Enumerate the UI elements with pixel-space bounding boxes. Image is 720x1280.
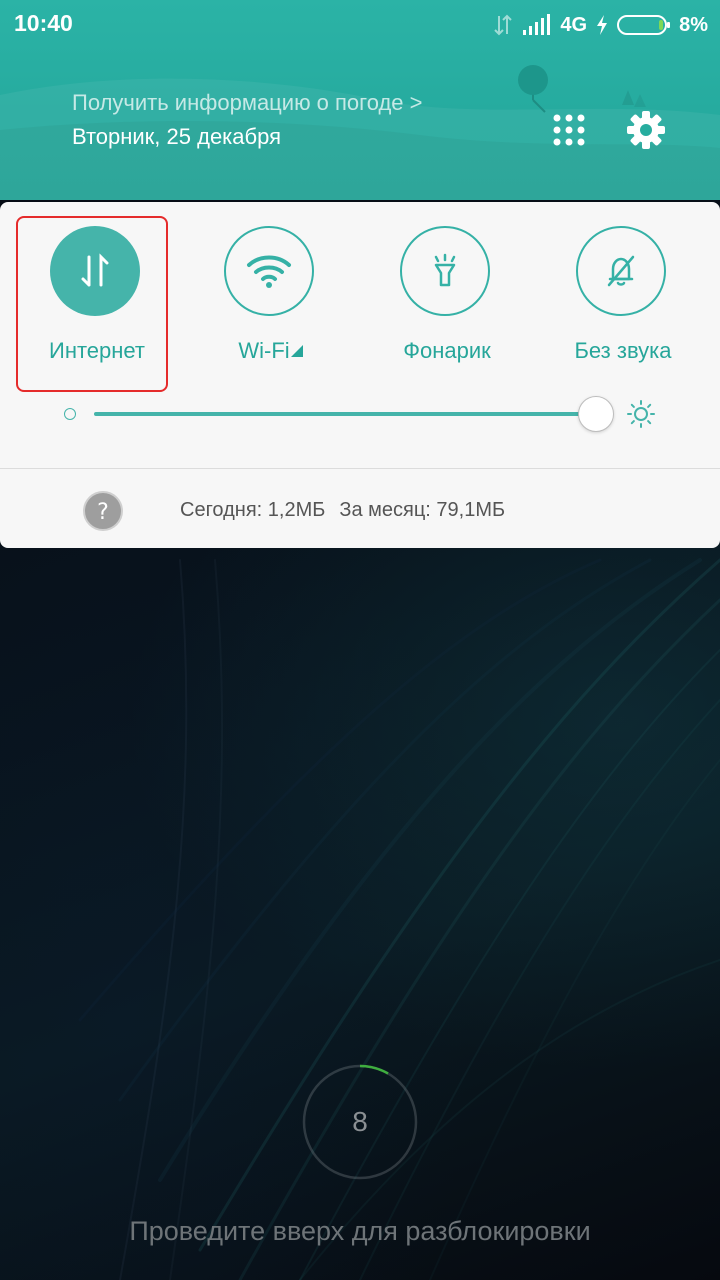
tile-flashlight[interactable]: Фонарик xyxy=(372,212,522,372)
brightness-low-icon xyxy=(64,408,76,420)
brightness-slider-thumb[interactable] xyxy=(578,396,614,432)
tile-silent-label: Без звука xyxy=(574,338,672,363)
tile-wifi-label-text: Wi-Fi xyxy=(238,338,290,363)
highlight-annotation-box xyxy=(16,216,168,392)
gear-icon[interactable] xyxy=(624,108,668,152)
signal-strength-icon xyxy=(523,14,551,35)
grid-menu-icon[interactable] xyxy=(549,110,589,150)
date-label: Вторник, 25 декабря xyxy=(72,124,282,149)
flashlight-icon xyxy=(434,253,456,287)
tile-wifi-button[interactable] xyxy=(224,226,314,316)
swipe-unlock-hint[interactable]: Проведите вверх для разблокировки xyxy=(0,1216,720,1247)
tile-silent[interactable]: Без звука xyxy=(548,212,698,372)
data-usage-month: За месяц: 79,1МБ xyxy=(339,499,506,521)
svg-text:?: ? xyxy=(97,500,109,525)
tile-wifi[interactable]: Wi-Fi xyxy=(196,212,346,372)
expand-triangle-icon xyxy=(290,345,303,357)
bell-off-icon xyxy=(607,255,635,287)
data-usage-summary: Сегодня: 1,2МБ За месяц: 79,1МБ xyxy=(180,499,505,522)
battery-icon xyxy=(617,15,671,35)
brightness-sun-icon xyxy=(627,400,655,428)
tile-flashlight-label: Фонарик xyxy=(403,338,491,363)
wifi-icon xyxy=(247,255,291,288)
status-time: 10:40 xyxy=(14,10,73,36)
data-transfer-icon xyxy=(494,14,513,36)
panel-divider xyxy=(0,468,720,469)
help-question-icon[interactable]: ? xyxy=(82,490,124,532)
charging-bolt-icon xyxy=(597,15,608,35)
battery-percent: 8% xyxy=(679,13,708,36)
data-usage-today: Сегодня: 1,2МБ xyxy=(180,499,326,521)
network-type: 4G xyxy=(560,13,588,36)
notification-header: 10:40 4G 8% Получить информацию о погоде… xyxy=(0,0,720,200)
quick-settings-panel: Интернет Wi-Fi Фонарик Без звука ? Сегод… xyxy=(0,202,720,548)
tile-flashlight-button[interactable] xyxy=(400,226,490,316)
brightness-slider-track[interactable] xyxy=(94,412,594,416)
unlock-countdown-number: 8 xyxy=(352,1106,368,1137)
tile-wifi-label: Wi-Fi xyxy=(196,338,346,364)
tile-silent-button[interactable] xyxy=(576,226,666,316)
status-icons: 4G 8% xyxy=(492,10,708,40)
weather-info-link[interactable]: Получить информацию о погоде > xyxy=(72,90,423,116)
